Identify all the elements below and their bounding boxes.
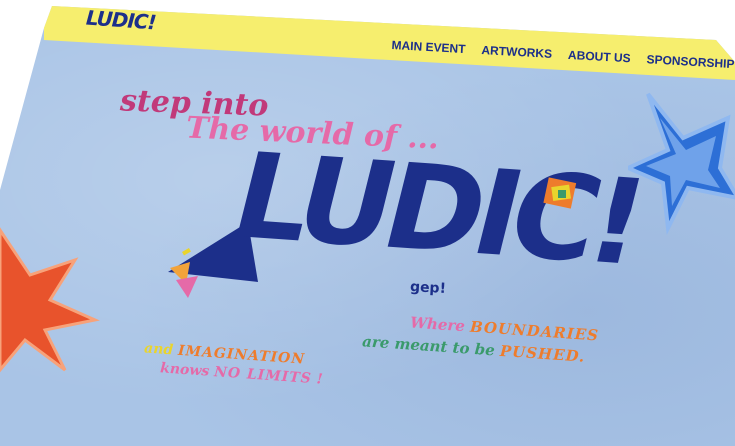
tagline-left-2-end: ! (311, 370, 324, 388)
site-logo[interactable]: LUDIC! (85, 6, 156, 35)
red-star-icon (0, 227, 100, 373)
tagline-left-1-text: and (143, 340, 179, 359)
sparkle-icon (543, 177, 577, 209)
hero-logo: LUDIC! (219, 127, 654, 291)
gep-badge: gep! (409, 279, 447, 297)
